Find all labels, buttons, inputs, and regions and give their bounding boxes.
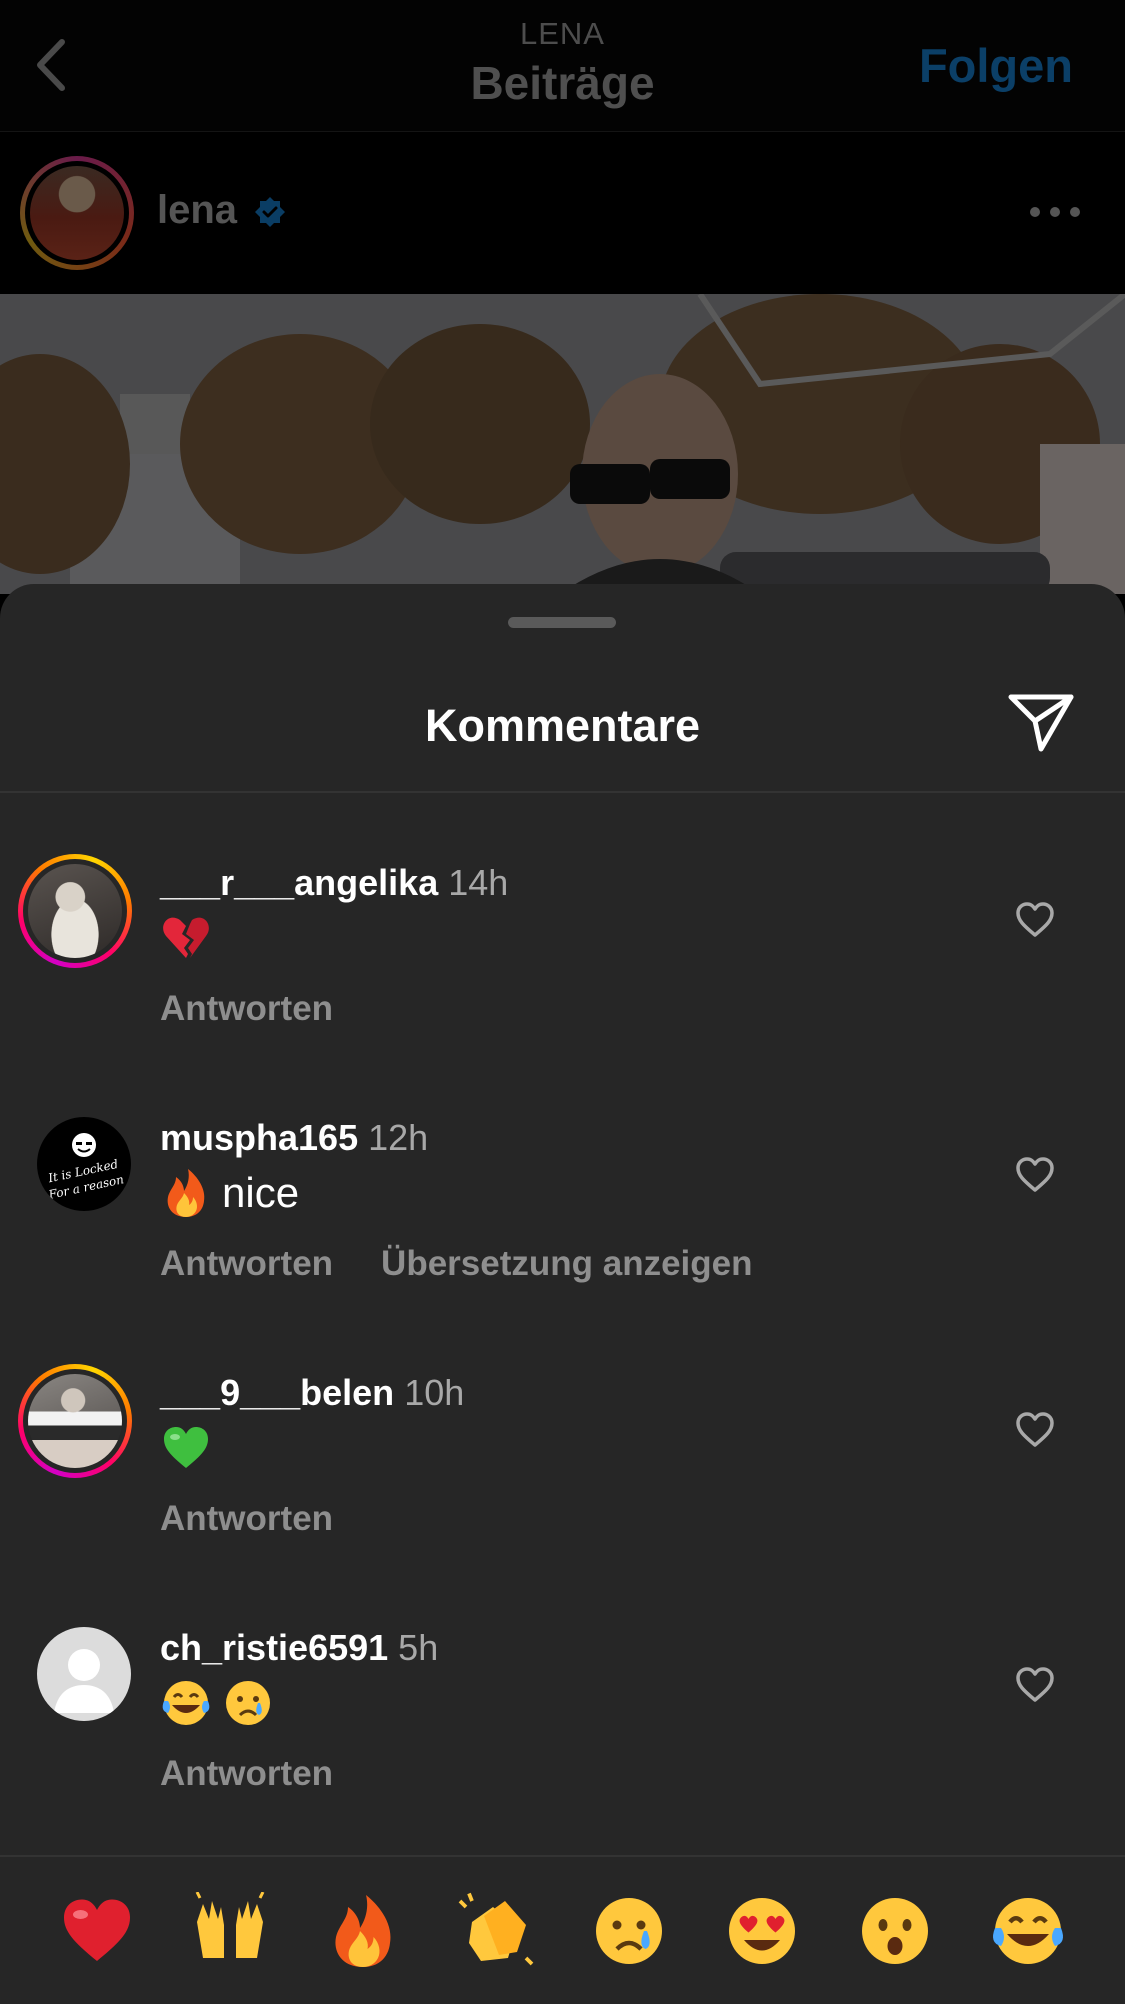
post-header: lena [0, 132, 1125, 294]
surprised-face-icon [862, 1897, 929, 1964]
comment-username[interactable]: ___r___angelika 14h [160, 862, 508, 904]
emoji-reaction-bar [0, 1857, 1125, 2004]
comment-actions: Antworten [160, 1499, 381, 1539]
green-heart-emoji-icon [164, 1427, 208, 1468]
crying-face-emoji-button[interactable] [584, 1886, 674, 1976]
like-heart-icon[interactable] [1015, 1411, 1055, 1449]
post-photo-scene [0, 294, 1125, 594]
comment-username[interactable]: ch_ristie6591 5h [160, 1627, 438, 1669]
post-author-username[interactable]: lena [157, 188, 237, 233]
sheet-drag-handle[interactable] [508, 617, 616, 628]
avatar-image [30, 166, 124, 260]
comment-text [160, 1422, 222, 1474]
like-heart-icon[interactable] [1015, 1156, 1055, 1194]
commenter-avatar-placeholder[interactable] [37, 1627, 131, 1721]
top-navigation-bar: LENA Beiträge Folgen [0, 0, 1125, 132]
heart-eyes-icon [729, 1897, 796, 1964]
red-heart-icon [63, 1899, 130, 1961]
raising-hands-emoji-button[interactable] [185, 1886, 275, 1976]
crying-face-emoji-icon [226, 1681, 270, 1725]
comment-time: 12h [368, 1117, 429, 1158]
clapping-hands-icon [458, 1892, 534, 1965]
comment-text [160, 912, 222, 964]
tears-of-joy-icon [993, 1897, 1064, 1964]
comment-text [160, 1677, 284, 1729]
comment-item: ___r___angelika 14h Antworten [0, 852, 1125, 1102]
raising-hands-icon [195, 1891, 265, 1958]
like-heart-icon[interactable] [1015, 1666, 1055, 1704]
verified-badge-icon [255, 197, 285, 227]
comments-sheet: Kommentare ___r___angelika14h Antworten [0, 584, 1125, 2004]
reply-button[interactable]: Antworten [160, 1499, 333, 1538]
red-heart-emoji-button[interactable] [52, 1886, 142, 1976]
comment-actions: Antworten [160, 989, 381, 1029]
comment-text: nice [160, 1167, 299, 1219]
comment-body: nice [222, 1169, 300, 1216]
sheet-title: Kommentare [424, 700, 701, 751]
tears-of-joy-emoji-button[interactable] [983, 1886, 1073, 1976]
reply-button[interactable]: Antworten [160, 989, 333, 1028]
avatar [28, 864, 122, 958]
follow-button[interactable]: Folgen [919, 38, 1073, 93]
sheet-divider [0, 791, 1125, 793]
comment-item: ch_ristie6591 5h Antworten [0, 1617, 1125, 1867]
broken-heart-emoji-icon [163, 917, 209, 958]
reply-button[interactable]: Antworten [160, 1754, 333, 1793]
post-author-avatar[interactable] [20, 156, 134, 270]
avatar: It is Locked For a reason [37, 1117, 131, 1211]
surprised-face-emoji-button[interactable] [850, 1886, 940, 1976]
post-photo[interactable] [0, 294, 1125, 594]
commenter-avatar-story-ring[interactable] [18, 854, 132, 968]
commenter-avatar[interactable]: It is Locked For a reason [37, 1117, 131, 1211]
avatar [28, 1374, 122, 1468]
fire-emoji-icon [167, 1169, 205, 1217]
comment-username[interactable]: ___9___belen 10h [160, 1372, 464, 1414]
default-user-icon [37, 1627, 131, 1721]
comment-item: ___9___belen 10h Antworten [0, 1362, 1125, 1612]
fire-icon [335, 1894, 391, 1967]
comment-time: 5h [398, 1627, 439, 1668]
reply-button[interactable]: Antworten [160, 1244, 333, 1283]
comment-time: 14h [448, 862, 509, 903]
commenter-avatar-story-ring[interactable] [18, 1364, 132, 1478]
crying-face-icon [596, 1897, 663, 1964]
clapping-hands-emoji-button[interactable] [451, 1886, 541, 1976]
like-heart-icon[interactable] [1015, 901, 1055, 939]
show-translation-button[interactable]: Übersetzung anzeigen [381, 1244, 752, 1283]
paper-plane-icon[interactable] [1007, 691, 1075, 755]
more-horizontal-icon[interactable] [1025, 202, 1085, 222]
comment-item: It is Locked For a reason muspha165 12h n… [0, 1107, 1125, 1357]
comment-username[interactable]: muspha165 12h [160, 1117, 428, 1159]
heart-eyes-emoji-button[interactable] [717, 1886, 807, 1976]
comment-actions: Antworten [160, 1754, 381, 1794]
comment-time: 10h [404, 1372, 465, 1413]
fire-emoji-button[interactable] [318, 1886, 408, 1976]
tears-of-joy-emoji-icon [162, 1681, 210, 1725]
comment-actions: Antworten Übersetzung anzeigen [160, 1244, 801, 1284]
